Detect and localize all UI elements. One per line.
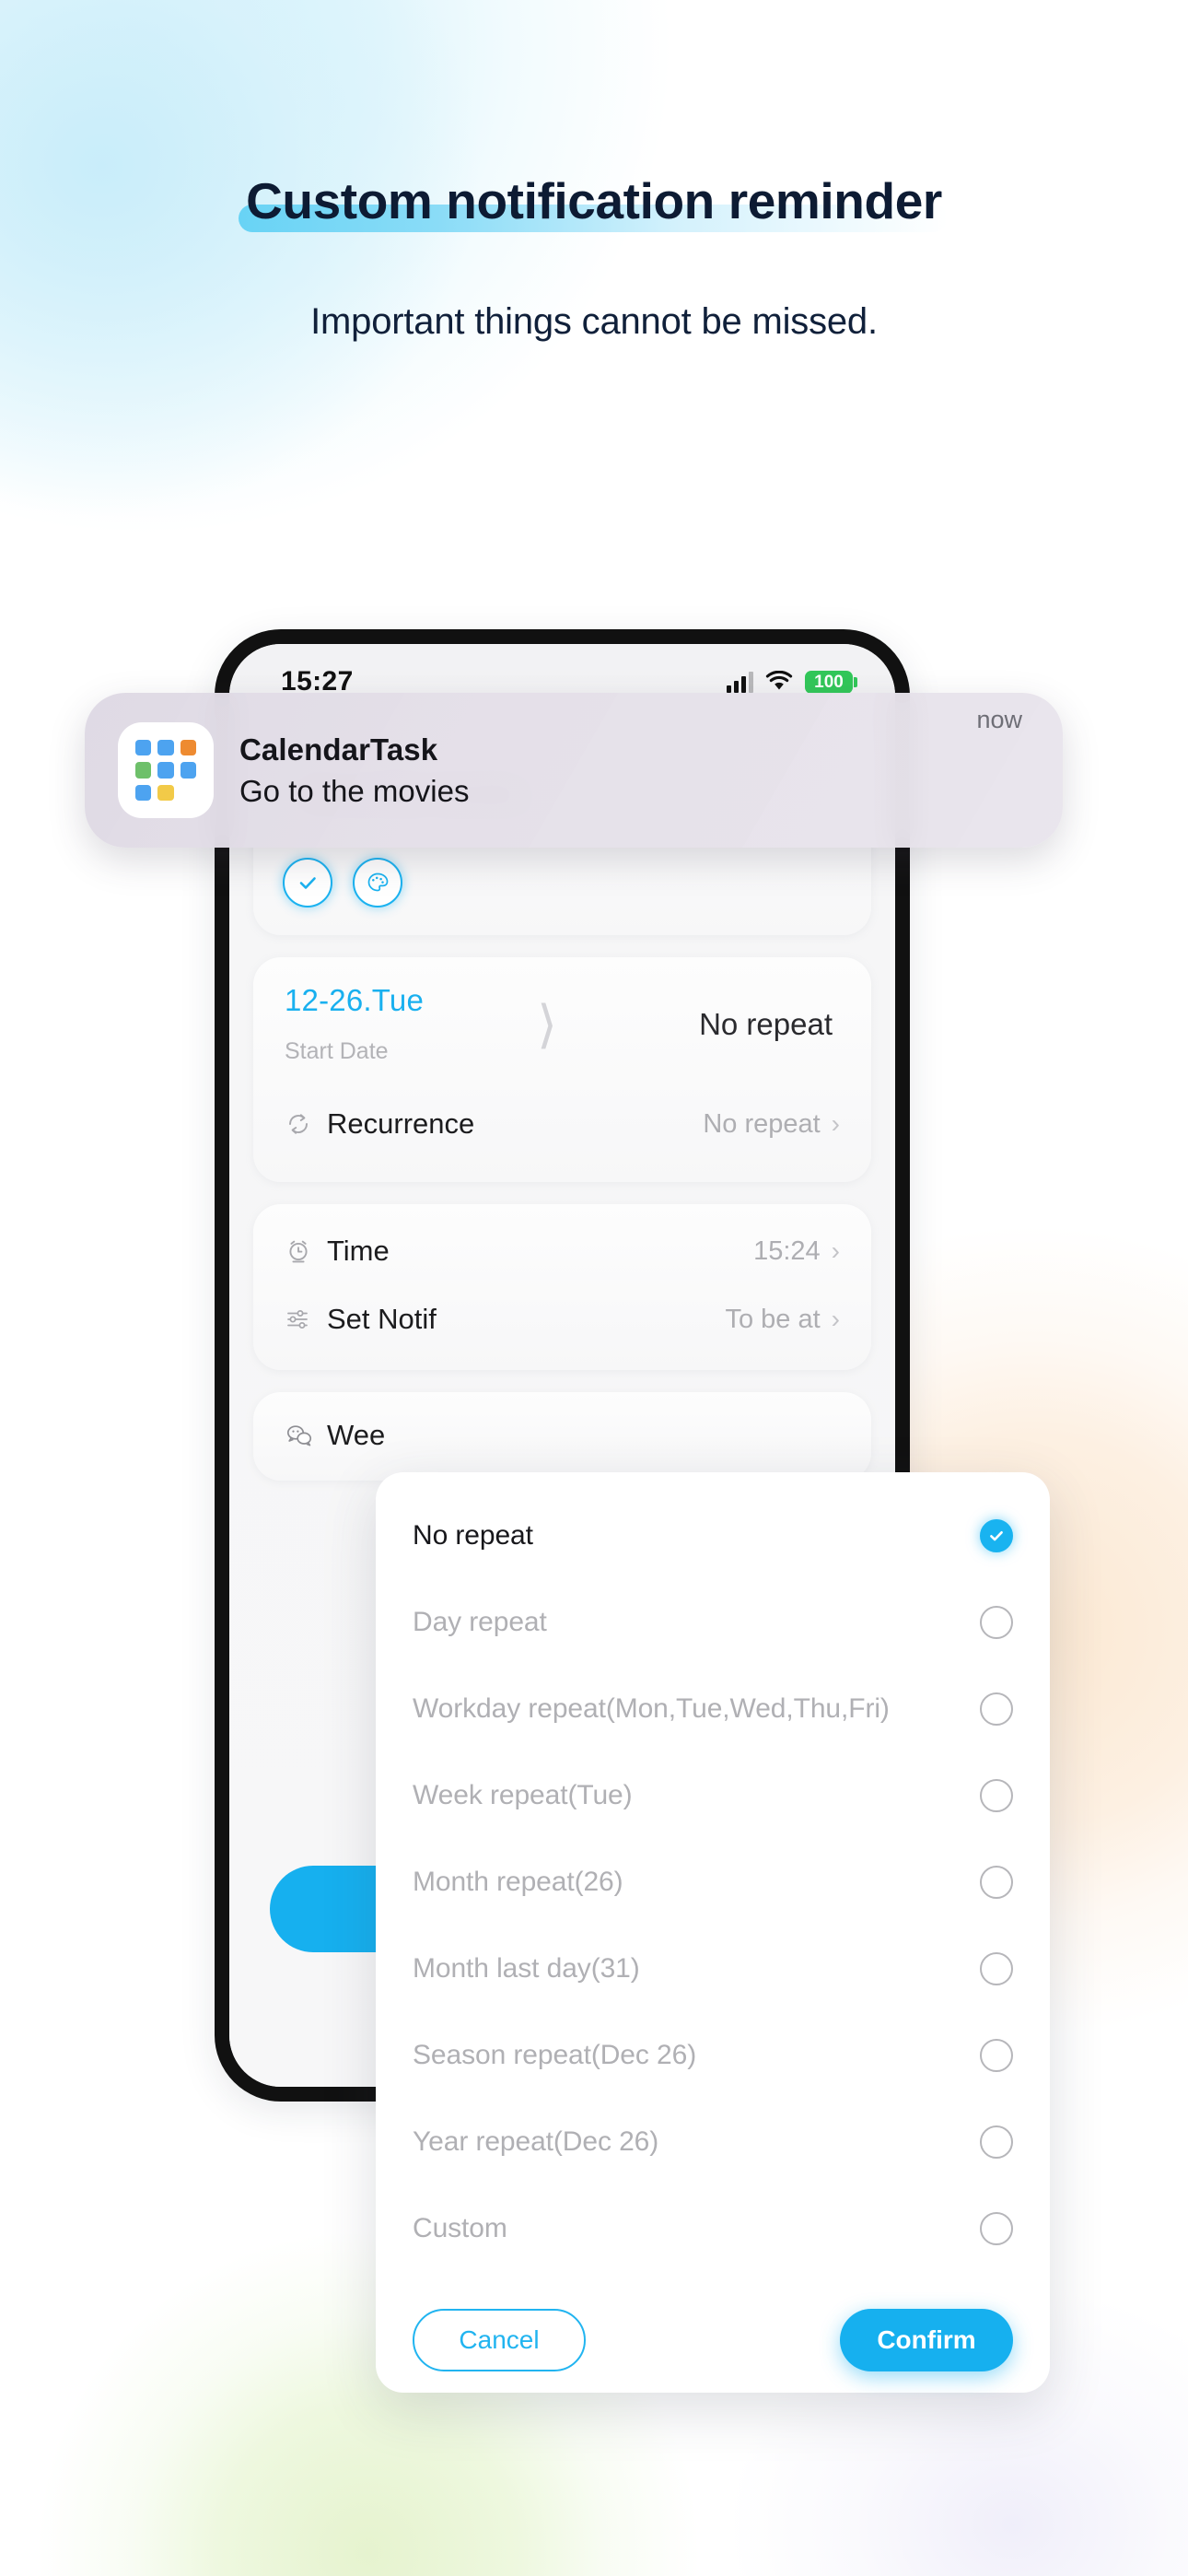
chevron-right-icon: › [831,1305,840,1333]
radio-unchecked-icon[interactable] [980,1606,1013,1639]
dialog-option-month-repeat[interactable]: Month repeat(26) [413,1839,1013,1926]
set-notification-label: Set Notif [327,1303,437,1335]
notification-banner[interactable]: CalendarTask Go to the movies now [85,693,1063,848]
recurrence-label: Recurrence [327,1107,475,1140]
alarm-clock-icon [285,1237,327,1265]
radio-unchecked-icon[interactable] [980,2125,1013,2159]
set-notification-value-group: To be at › [725,1305,840,1335]
dialog-option-label: Week repeat(Tue) [413,1780,633,1810]
radio-checked-icon[interactable] [980,1519,1013,1552]
hero-section: Custom notification reminder Important t… [0,171,1188,343]
dialog-option-no-repeat[interactable]: No repeat [413,1493,1013,1579]
radio-unchecked-icon[interactable] [980,1692,1013,1726]
time-value: 15:24 [753,1235,821,1266]
dialog-option-month-last-day[interactable]: Month last day(31) [413,1926,1013,2012]
dialog-option-label: No repeat [413,1520,533,1551]
notification-text: CalendarTask Go to the movies [239,732,976,809]
palette-icon[interactable] [353,858,402,907]
chevron-right-icon: › [831,1109,840,1138]
check-circle-icon[interactable] [283,858,332,907]
dialog-option-year-repeat[interactable]: Year repeat(Dec 26) [413,2099,1013,2185]
time-row[interactable]: Time 15:24 › [285,1217,840,1285]
status-bar-indicators: 100 [727,670,857,694]
time-value-group: 15:24 › [753,1236,840,1267]
dialog-action-bar: Cancel Confirm [413,2309,1013,2371]
chevron-right-large-icon: ⟩ [537,994,557,1053]
notification-app-name: CalendarTask [239,732,438,767]
recurrence-loop-icon [285,1110,327,1138]
radio-unchecked-icon[interactable] [980,1952,1013,1985]
time-card: Time 15:24 › Set Notif To be at › [253,1204,871,1370]
dialog-option-label: Workday repeat(Mon,Tue,Wed,Thu,Fri) [413,1693,890,1724]
radio-unchecked-icon[interactable] [980,2212,1013,2245]
confirm-button[interactable]: Confirm [840,2309,1013,2371]
start-date-value: 12-26.Tue [285,983,425,1017]
time-label: Time [327,1235,390,1267]
cellular-signal-icon [727,671,753,693]
dialog-option-label: Year repeat(Dec 26) [413,2126,659,2157]
radio-unchecked-icon[interactable] [980,1866,1013,1899]
wifi-icon [765,671,793,693]
radio-unchecked-icon[interactable] [980,1779,1013,1812]
recurrence-row[interactable]: Recurrence No repeat › [285,1090,840,1158]
start-date-block[interactable]: 12-26.Tue Start Date [285,983,515,1065]
page-title: Custom notification reminder [246,172,942,229]
dialog-option-day-repeat[interactable]: Day repeat [413,1579,1013,1666]
dialog-option-season-repeat[interactable]: Season repeat(Dec 26) [413,2012,1013,2099]
radio-unchecked-icon[interactable] [980,2039,1013,2072]
battery-indicator: 100 [805,670,857,694]
start-date-label: Start Date [285,1038,389,1064]
date-card: 12-26.Tue Start Date ⟩ No repeat Recurre… [253,957,871,1182]
set-notification-value: To be at [725,1304,821,1334]
recurrence-dialog: No repeat Day repeat Workday repeat(Mon,… [376,1472,1050,2393]
page-subtitle: Important things cannot be missed. [310,301,878,342]
chevron-right-icon: › [831,1236,840,1265]
task-action-bar [277,858,847,907]
wechat-card: Wee [253,1392,871,1481]
dialog-option-label: Month repeat(26) [413,1867,623,1897]
notification-timestamp: now [976,706,1022,733]
battery-level-label: 100 [814,672,844,692]
wechat-label: Wee [327,1419,386,1451]
calendar-grid-app-icon [118,722,214,818]
recurrence-value-group: No repeat › [703,1109,840,1140]
end-date-value: No repeat [699,1006,833,1041]
dialog-option-label: Custom [413,2213,507,2243]
set-notification-row[interactable]: Set Notif To be at › [285,1285,840,1353]
dialog-option-label: Month last day(31) [413,1953,640,1984]
notification-message: Go to the movies [239,773,470,808]
recurrence-value: No repeat [703,1108,821,1139]
dialog-option-week-repeat[interactable]: Week repeat(Tue) [413,1752,1013,1839]
cancel-button[interactable]: Cancel [413,2309,586,2371]
dialog-option-label: Season repeat(Dec 26) [413,2040,697,2070]
dialog-option-workday-repeat[interactable]: Workday repeat(Mon,Tue,Wed,Thu,Fri) [413,1666,1013,1752]
page-title-wrapper: Custom notification reminder [239,171,948,232]
date-range-row[interactable]: 12-26.Tue Start Date ⟩ No repeat [285,983,840,1065]
dialog-option-label: Day repeat [413,1607,547,1637]
dialog-option-custom[interactable]: Custom [413,2185,1013,2272]
wechat-row[interactable]: Wee [285,1401,840,1469]
wechat-icon [285,1422,327,1449]
sliders-icon [285,1306,327,1333]
